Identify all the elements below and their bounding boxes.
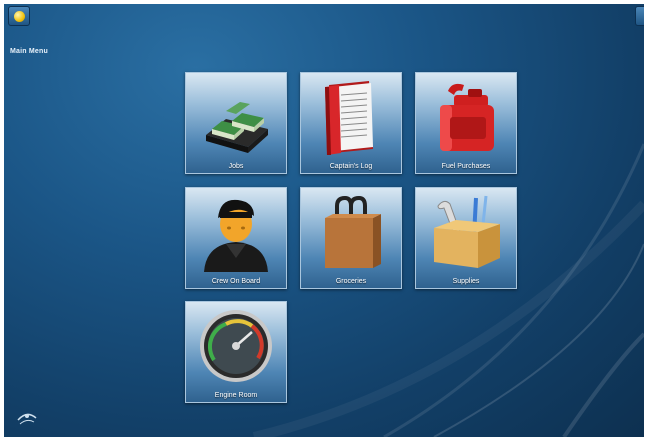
tile-label-jobs: Jobs [228,163,244,170]
supply-box-icon [434,195,500,268]
page-title: Main Menu [10,48,48,55]
tile-label-fuel-purchases: Fuel Purchases [441,163,491,170]
fuel-can-icon [440,83,494,151]
home-button[interactable] [8,6,30,26]
company-logo-icon [17,413,37,425]
crew-person-icon [204,199,268,272]
engine-room-tile[interactable]: Engine Room [185,301,287,403]
shopping-bag-icon [325,195,381,268]
tile-label-engine-room: Engine Room [214,392,258,399]
groceries-tile[interactable]: Groceries [300,187,402,289]
log-book-icon [325,81,373,155]
tile-label-crew-on-board: Crew On Board [211,278,261,285]
captains-log-tile[interactable]: Captain's Log [300,72,402,174]
tile-label-groceries: Groceries [335,278,367,285]
jobs-tile[interactable]: Jobs [185,72,287,174]
crew-on-board-tile[interactable]: Crew On Board [185,187,287,289]
window-control-button[interactable] [635,6,644,26]
money-stacks-icon [206,102,268,153]
gauge-icon [200,310,272,382]
tile-label-captains-log: Captain's Log [329,163,373,170]
supplies-tile[interactable]: Supplies [415,187,517,289]
status-light-icon [13,10,25,22]
fuel-purchases-tile[interactable]: Fuel Purchases [415,72,517,174]
main-screen: Main Menu Jobs Captain's Log Fuel Purcha… [4,4,644,437]
tile-label-supplies: Supplies [452,278,480,285]
